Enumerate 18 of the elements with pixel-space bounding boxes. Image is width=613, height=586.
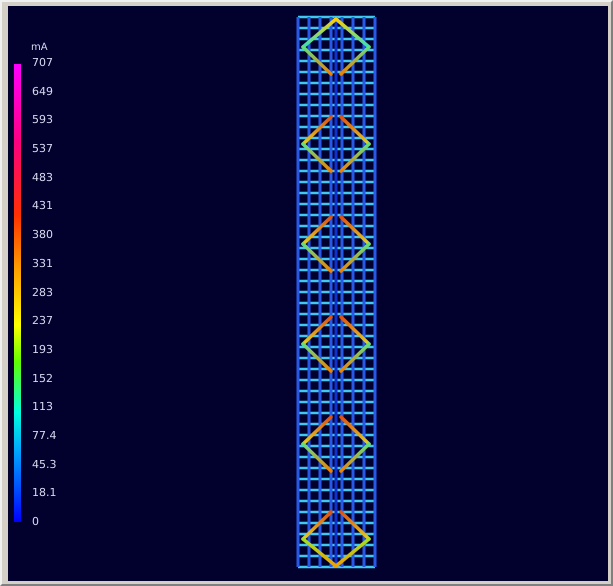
scale-value: 593: [32, 112, 54, 128]
scale-value: 77.4: [32, 428, 56, 444]
scale-value: 0: [32, 514, 40, 530]
scale-value: 113: [32, 399, 54, 416]
scale-value: 18.1: [32, 485, 56, 502]
scale-value: 537: [32, 141, 54, 158]
scale-value: 380: [32, 227, 54, 244]
scale-value: 431: [32, 198, 54, 214]
scale-value: 45.3: [32, 456, 56, 473]
scale-value: 707: [32, 55, 54, 71]
scale-value: 483: [32, 170, 54, 186]
scale-value: 649: [32, 84, 54, 100]
scale-value: 237: [32, 313, 54, 330]
scale-value: 331: [32, 256, 54, 272]
unit-label: mA: [31, 42, 49, 53]
scale-value: 193: [32, 342, 54, 358]
scale-value: 152: [32, 370, 54, 387]
scale-value: 283: [32, 284, 54, 300]
